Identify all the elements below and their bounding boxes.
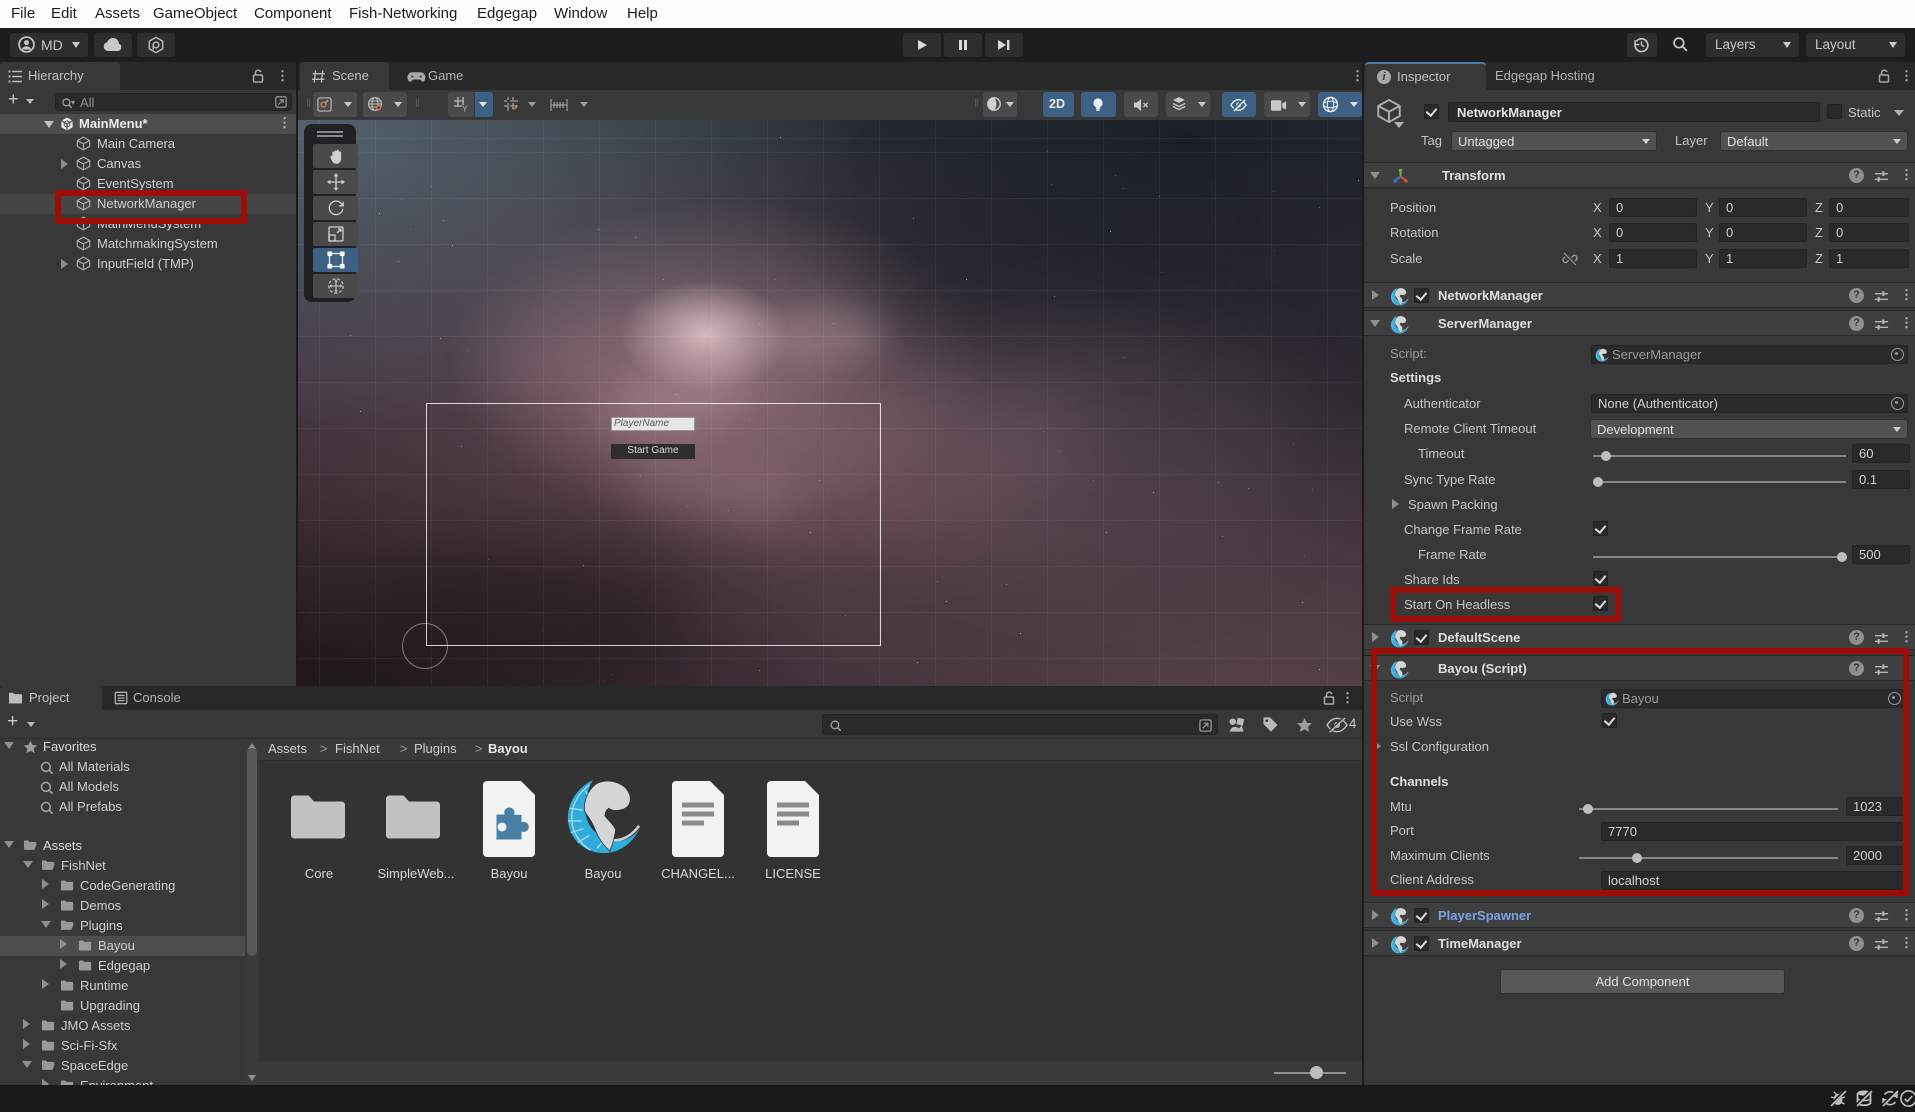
- svg-text:Y: Y: [462, 104, 468, 113]
